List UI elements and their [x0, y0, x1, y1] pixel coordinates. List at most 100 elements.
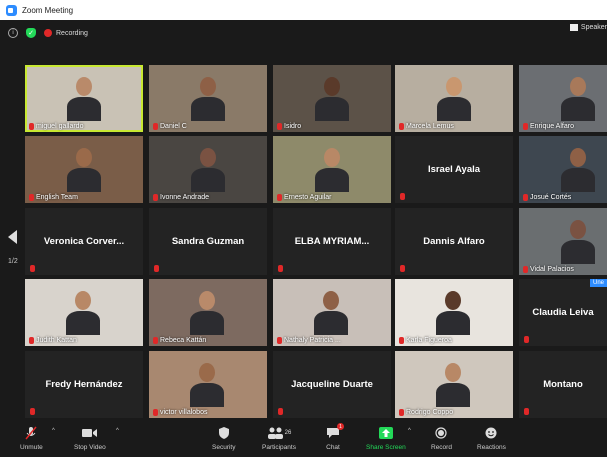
participant-tile[interactable]: English Team — [25, 136, 143, 203]
participant-name-label: miguel gallardo — [29, 123, 83, 130]
participant-name: Karla Figueroa — [406, 337, 452, 344]
participant-tile[interactable]: Veronica Corver... — [25, 208, 143, 275]
participant-tile[interactable]: Karla Figueroa — [395, 279, 513, 346]
record-button[interactable]: Record — [431, 426, 452, 451]
participant-tile[interactable]: Claudia Leiva Une — [519, 279, 607, 346]
participant-name-label: Marcela Lemus — [399, 123, 454, 130]
participant-name: miguel gallardo — [36, 123, 84, 130]
participant-tile[interactable]: Isidro — [273, 65, 391, 132]
participant-tile[interactable]: Jacqueline Duarte — [273, 351, 391, 418]
participant-tile[interactable]: Ernesto Aguilar — [273, 136, 391, 203]
participant-name-label: English Team — [29, 194, 78, 201]
audio-options-caret-icon[interactable]: ^ — [52, 428, 55, 434]
participant-face — [200, 148, 216, 167]
share-screen-button[interactable]: Share Screen — [366, 426, 406, 451]
participant-face — [323, 291, 339, 310]
participants-button[interactable]: 26 Participants — [262, 426, 296, 451]
stop-video-label: Stop Video — [74, 444, 106, 451]
muted-mic-icon — [400, 265, 405, 272]
participant-video-feed — [431, 351, 475, 418]
share-screen-label: Share Screen — [366, 444, 406, 451]
participant-name: ELBA MYRIAM... — [294, 236, 370, 247]
participant-tile[interactable]: Vidal Palacios — [519, 208, 607, 275]
participant-body — [315, 97, 349, 121]
participant-video-feed — [519, 136, 607, 203]
muted-mic-icon — [29, 337, 34, 344]
security-label: Security — [212, 444, 236, 451]
chat-button[interactable]: 1 Chat — [325, 423, 344, 451]
participant-body — [190, 383, 224, 407]
participant-tile[interactable]: miguel gallardo — [25, 65, 143, 132]
participant-tile[interactable]: victor villalobos — [149, 351, 267, 418]
participant-video-feed — [25, 65, 143, 132]
participant-name: Nathaly Patricia ... — [284, 337, 341, 344]
chat-bubble-icon: 1 — [325, 423, 344, 440]
participant-tile[interactable]: Montano — [519, 351, 607, 418]
participant-name: Marcela Lemus — [406, 123, 454, 130]
participant-name: Daniel C — [160, 123, 187, 130]
participant-video-feed — [273, 65, 391, 132]
muted-mic-icon — [523, 266, 528, 273]
participant-body — [314, 311, 348, 335]
participant-tile[interactable]: Nathaly Patricia ... — [273, 279, 391, 346]
participant-tile[interactable]: ELBA MYRIAM... — [273, 208, 391, 275]
share-options-caret-icon[interactable]: ^ — [408, 428, 411, 434]
participant-face — [199, 363, 215, 382]
view-toggle-button[interactable]: Speaker — [569, 24, 607, 31]
security-button[interactable]: Security — [212, 426, 235, 451]
participant-tile[interactable]: Dannis Alfaro — [395, 208, 513, 275]
zoom-app-icon — [6, 4, 17, 16]
reactions-button[interactable]: Reactions — [477, 426, 506, 451]
record-icon — [433, 426, 449, 440]
participant-name-label: Daniel C — [153, 123, 187, 130]
info-icon[interactable]: i — [8, 28, 18, 38]
participant-face — [570, 148, 586, 167]
muted-mic-icon — [153, 337, 158, 344]
participant-body — [315, 168, 349, 192]
unmute-request-badge[interactable]: Une — [589, 279, 607, 287]
participant-face — [570, 220, 586, 239]
title-bar: Zoom Meeting — [0, 0, 607, 20]
participant-body — [436, 383, 470, 407]
participant-body — [436, 311, 470, 335]
muted-mic-icon — [277, 194, 282, 201]
participant-tile[interactable]: Marcela Lemus — [395, 65, 513, 132]
participant-video-feed — [395, 65, 513, 132]
speaker-view-icon — [569, 24, 578, 31]
participant-tile[interactable]: Israel Ayala — [395, 136, 513, 203]
participants-label: Participants — [262, 444, 296, 451]
participant-face — [445, 291, 461, 310]
participant-tile[interactable]: Enrique Alfaro — [519, 65, 607, 132]
encryption-shield-icon[interactable]: ✓ — [26, 28, 36, 38]
participant-tile[interactable]: Josué Cortés — [519, 136, 607, 203]
participant-video-feed — [185, 351, 229, 418]
participant-face — [324, 77, 340, 96]
participant-tile[interactable]: Sandra Guzman — [149, 208, 267, 275]
participant-name: Ivonne Andrade — [160, 194, 210, 201]
participant-body — [67, 168, 101, 192]
muted-mic-icon — [524, 408, 529, 415]
participant-video-feed — [519, 65, 607, 132]
participant-tile[interactable]: Judith Kattan — [25, 279, 143, 346]
muted-mic-icon — [277, 123, 282, 130]
participant-name: English Team — [36, 194, 78, 201]
participant-tile[interactable]: Fredy Hernández — [25, 351, 143, 418]
participant-name-label: Rodrigo Coppo — [399, 409, 453, 416]
stop-video-button[interactable]: Stop Video — [74, 426, 106, 451]
participant-name-label: Rebeca Kattán — [153, 337, 206, 344]
muted-mic-icon — [30, 408, 35, 415]
previous-page-arrow-icon[interactable] — [8, 230, 17, 244]
participant-tile[interactable]: Daniel C — [149, 65, 267, 132]
participant-tile[interactable]: Rodrigo Coppo — [395, 351, 513, 418]
participant-name-label: Ernesto Aguilar — [277, 194, 331, 201]
muted-mic-icon — [523, 194, 528, 201]
participant-name: Rebeca Kattán — [160, 337, 207, 344]
video-options-caret-icon[interactable]: ^ — [116, 428, 119, 434]
participant-name: Vidal Palacios — [530, 266, 574, 273]
muted-mic-icon — [399, 337, 404, 344]
participant-name: Rodrigo Coppo — [406, 409, 454, 416]
unmute-button[interactable]: Unmute — [20, 426, 43, 451]
participant-video-feed — [149, 136, 267, 203]
participant-tile[interactable]: Ivonne Andrade — [149, 136, 267, 203]
participant-tile[interactable]: Rebeca Kattán — [149, 279, 267, 346]
